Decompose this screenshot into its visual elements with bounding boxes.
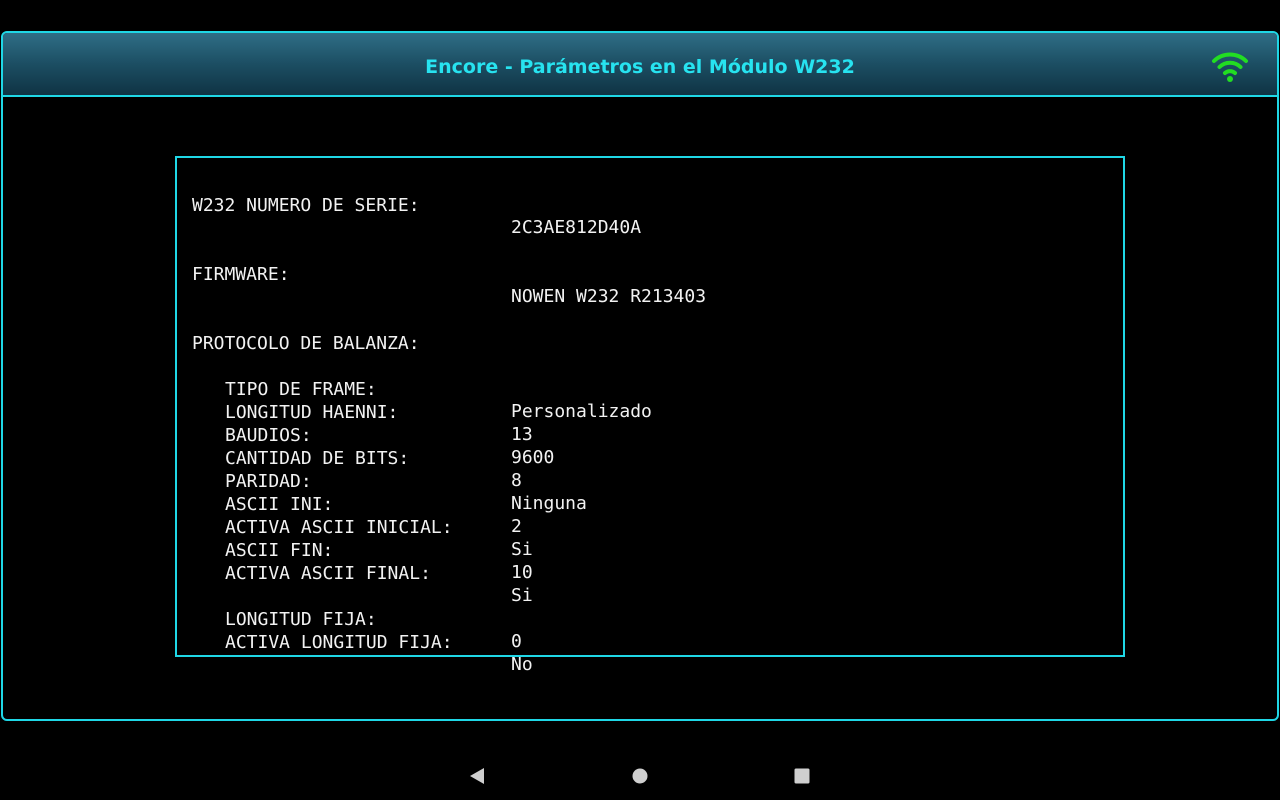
ascii-initial-active-label: ACTIVA ASCII INICIAL:: [225, 517, 453, 538]
parity-value: Ninguna: [511, 493, 587, 514]
wifi-icon: [1212, 52, 1248, 82]
frame-type-label: TIPO DE FRAME:: [225, 379, 377, 400]
fixed-length-active-row: ACTIVA LONGITUD FIJA: No: [177, 610, 533, 698]
serial-value: 2C3AE812D40A: [511, 217, 642, 238]
fixed-length-active-label: ACTIVA LONGITUD FIJA:: [225, 632, 453, 653]
recents-square-icon[interactable]: [792, 766, 812, 786]
protocol-heading: PROTOCOLO DE BALANZA:: [192, 333, 420, 354]
firmware-label: FIRMWARE:: [192, 264, 290, 285]
frame-type-value: Personalizado: [511, 401, 652, 422]
ascii-fin-value: 10: [511, 562, 533, 583]
ascii-final-active-value: Si: [511, 585, 533, 606]
firmware-value: NOWEN W232 R213403: [511, 286, 707, 307]
ascii-final-active-label: ACTIVA ASCII FINAL:: [225, 563, 431, 584]
fixed-length-active-value: No: [511, 654, 533, 675]
haenni-length-label: LONGITUD HAENNI:: [225, 402, 399, 423]
bits-label: CANTIDAD DE BITS:: [225, 448, 410, 469]
back-triangle-icon[interactable]: [467, 766, 487, 786]
fixed-length-value: 0: [511, 631, 522, 652]
app-window: Encore - Parámetros en el Módulo W232 W2…: [1, 31, 1279, 721]
title-bar: Encore - Parámetros en el Módulo W232: [3, 33, 1277, 97]
page-title: Encore - Parámetros en el Módulo W232: [425, 56, 855, 78]
serial-label: W232 NUMERO DE SERIE:: [192, 195, 420, 216]
baud-value: 9600: [511, 447, 555, 468]
fixed-length-label: LONGITUD FIJA:: [225, 609, 377, 630]
system-nav-bar: [0, 752, 1280, 800]
ascii-ini-value: 2: [511, 516, 522, 537]
home-circle-icon[interactable]: [630, 766, 650, 786]
parameters-panel: W232 NUMERO DE SERIE: 2C3AE812D40A FIRMW…: [175, 156, 1125, 675]
ascii-initial-active-value: Si: [511, 539, 533, 560]
bits-value: 8: [511, 470, 522, 491]
haenni-length-value: 13: [511, 424, 533, 445]
